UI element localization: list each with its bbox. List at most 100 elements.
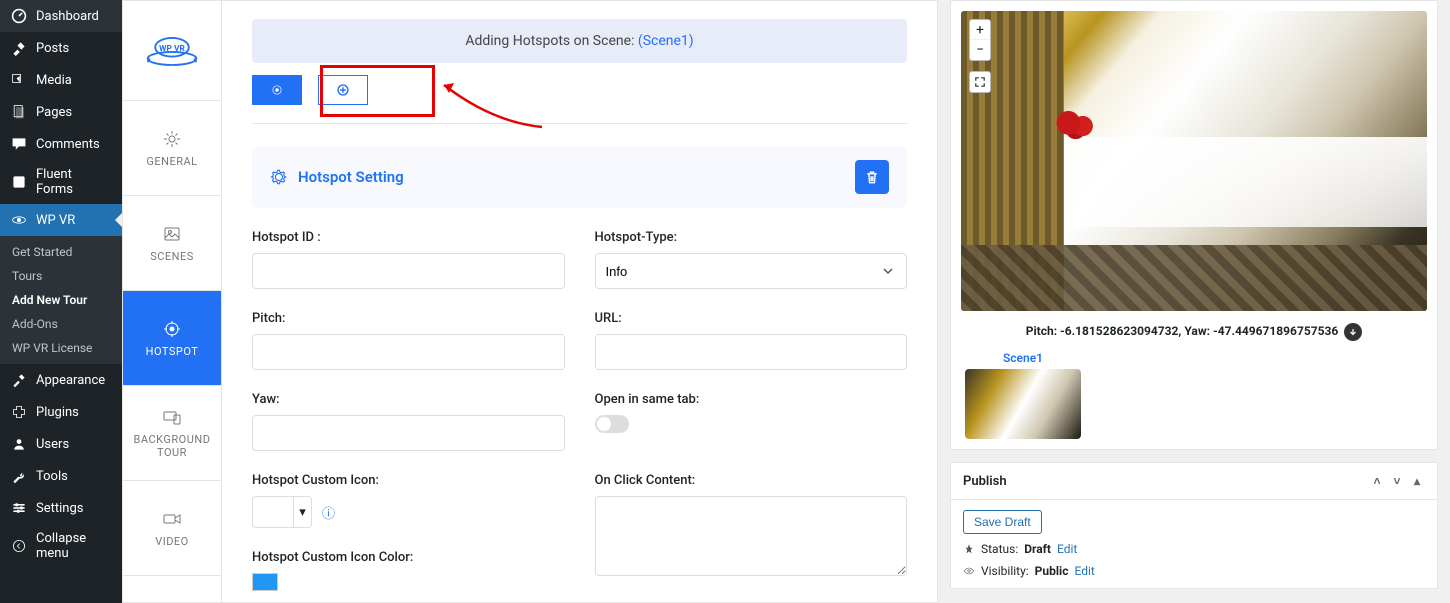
sidebar-label: Posts (36, 41, 69, 56)
chevron-down-icon: ▾ (293, 497, 311, 527)
devices-icon (162, 407, 182, 427)
textarea-onclick[interactable] (595, 496, 908, 576)
plus-circle-icon (336, 83, 350, 97)
tab-general[interactable]: GENERAL (123, 101, 221, 196)
sidebar-item-media[interactable]: Media (0, 64, 122, 96)
label-open-same-tab: Open in same tab: (595, 392, 908, 407)
wpvr-icon (10, 211, 28, 229)
label-hotspot-id: Hotspot ID : (252, 230, 565, 245)
target-icon (162, 319, 182, 339)
field-custom-icon-color: Hotspot Custom Icon Color: (252, 550, 565, 595)
panorama-preview[interactable]: +− (961, 11, 1427, 311)
label-yaw: Yaw: (252, 392, 565, 407)
delete-hotspot-button[interactable] (855, 160, 889, 194)
sidebar-item-comments[interactable]: Comments (0, 128, 122, 160)
input-url[interactable] (595, 334, 908, 370)
fields-grid: Hotspot ID : Hotspot-Type:Info Pitch: UR… (252, 230, 907, 603)
icon-picker-box[interactable]: ▾ (252, 496, 312, 528)
hotspot-setting-header: Hotspot Setting (252, 146, 907, 208)
sub-license[interactable]: WP VR License (0, 336, 122, 360)
divider (252, 123, 907, 124)
save-draft-button[interactable]: Save Draft (963, 510, 1042, 534)
video-icon (162, 509, 182, 529)
sidebar-item-appearance[interactable]: Appearance (0, 364, 122, 396)
sidebar-item-users[interactable]: Users (0, 428, 122, 460)
eye-icon (963, 565, 975, 577)
input-yaw[interactable] (252, 415, 565, 451)
field-open-same-tab: Open in same tab: (595, 392, 908, 451)
panel-down-button[interactable]: ˅ (1389, 473, 1405, 489)
position-readout: Pitch: -6.181528623094732, Yaw: -47.4496… (961, 311, 1427, 347)
status-edit-link[interactable]: Edit (1057, 542, 1077, 556)
select-hotspot-type[interactable]: Info (595, 253, 908, 289)
sidebar-item-wpvr[interactable]: WP VR (0, 204, 122, 236)
tools-icon (10, 467, 28, 485)
wpvr-logo: WP VR (123, 1, 221, 101)
vtab-label: SCENES (150, 250, 194, 263)
sub-tours[interactable]: Tours (0, 264, 122, 288)
fullscreen-button[interactable] (969, 71, 991, 93)
sidebar-item-settings[interactable]: Settings (0, 492, 122, 524)
input-hotspot-id[interactable] (252, 253, 565, 289)
gear-icon (162, 129, 182, 149)
tab-scenes[interactable]: SCENES (123, 196, 221, 291)
sidebar-item-tools[interactable]: Tools (0, 460, 122, 492)
field-yaw: Yaw: (252, 392, 565, 451)
zoom-out-button[interactable]: − (970, 40, 990, 60)
status-value: Draft (1024, 542, 1051, 556)
label-onclick: On Click Content: (595, 473, 908, 488)
zoom-in-button[interactable]: + (970, 20, 990, 40)
sub-add-ons[interactable]: Add-Ons (0, 312, 122, 336)
vtab-label: VIDEO (155, 535, 189, 548)
sidebar-item-posts[interactable]: Posts (0, 32, 122, 64)
plugins-icon (10, 403, 28, 421)
sidebar-label: Tools (36, 469, 68, 484)
image-icon (162, 224, 182, 244)
sidebar-item-dashboard[interactable]: Dashboard (0, 0, 122, 32)
scene-thumb[interactable]: Scene1 (965, 351, 1081, 439)
sidebar-label: Pages (36, 105, 72, 120)
forms-icon (10, 173, 28, 191)
settings-icon (10, 499, 28, 517)
hotspot-tab-current[interactable] (252, 75, 302, 105)
scene-thumbnails: Scene1 (961, 347, 1427, 439)
scene-thumb-label: Scene1 (965, 351, 1081, 365)
toggle-open-same-tab[interactable] (595, 415, 629, 433)
panel-up-button[interactable]: ˄ (1369, 473, 1385, 489)
sidebar-label: Settings (36, 501, 83, 516)
field-hotspot-id: Hotspot ID : (252, 230, 565, 289)
vertical-tabs: WP VR GENERAL SCENES HOTSPOT BACKGROUND … (122, 0, 222, 603)
label-url: URL: (595, 311, 908, 326)
sidebar-item-fluentforms[interactable]: Fluent Forms (0, 160, 122, 204)
pin-icon (10, 39, 28, 57)
color-swatch[interactable] (252, 573, 278, 591)
sidebar-item-collapse[interactable]: Collapse menu (0, 524, 122, 568)
sub-get-started[interactable]: Get Started (0, 240, 122, 264)
visibility-edit-link[interactable]: Edit (1074, 564, 1094, 578)
sidebar-submenu: Get Started Tours Add New Tour Add-Ons W… (0, 236, 122, 364)
sidebar-item-plugins[interactable]: Plugins (0, 396, 122, 428)
sidebar-label: WP VR (36, 213, 75, 228)
scene-thumb-image (965, 369, 1081, 439)
readout-text: Pitch: -6.181528623094732, Yaw: -47.4496… (1026, 324, 1339, 338)
appearance-icon (10, 371, 28, 389)
notice-bar: Adding Hotspots on Scene: (Scene1) (252, 19, 907, 63)
download-readout-button[interactable] (1344, 323, 1362, 341)
zoom-controls: +− (969, 19, 991, 61)
notice-scene-link[interactable]: (Scene1) (638, 33, 694, 49)
tab-hotspot[interactable]: HOTSPOT (123, 291, 221, 386)
trash-icon (864, 169, 880, 185)
users-icon (10, 435, 28, 453)
info-icon[interactable]: ⓘ (322, 503, 335, 522)
dashboard-icon (10, 7, 28, 25)
svg-text:WP VR: WP VR (159, 44, 185, 54)
field-onclick: On Click Content: (595, 473, 908, 595)
tab-video[interactable]: VIDEO (123, 481, 221, 576)
hotspot-tab-add[interactable] (318, 75, 368, 105)
tab-background-tour[interactable]: BACKGROUND TOUR (123, 386, 221, 481)
sidebar-item-pages[interactable]: Pages (0, 96, 122, 128)
input-pitch[interactable] (252, 334, 565, 370)
sub-add-new-tour[interactable]: Add New Tour (0, 288, 122, 312)
panel-toggle-button[interactable]: ▴ (1409, 473, 1425, 489)
label-pitch: Pitch: (252, 311, 565, 326)
